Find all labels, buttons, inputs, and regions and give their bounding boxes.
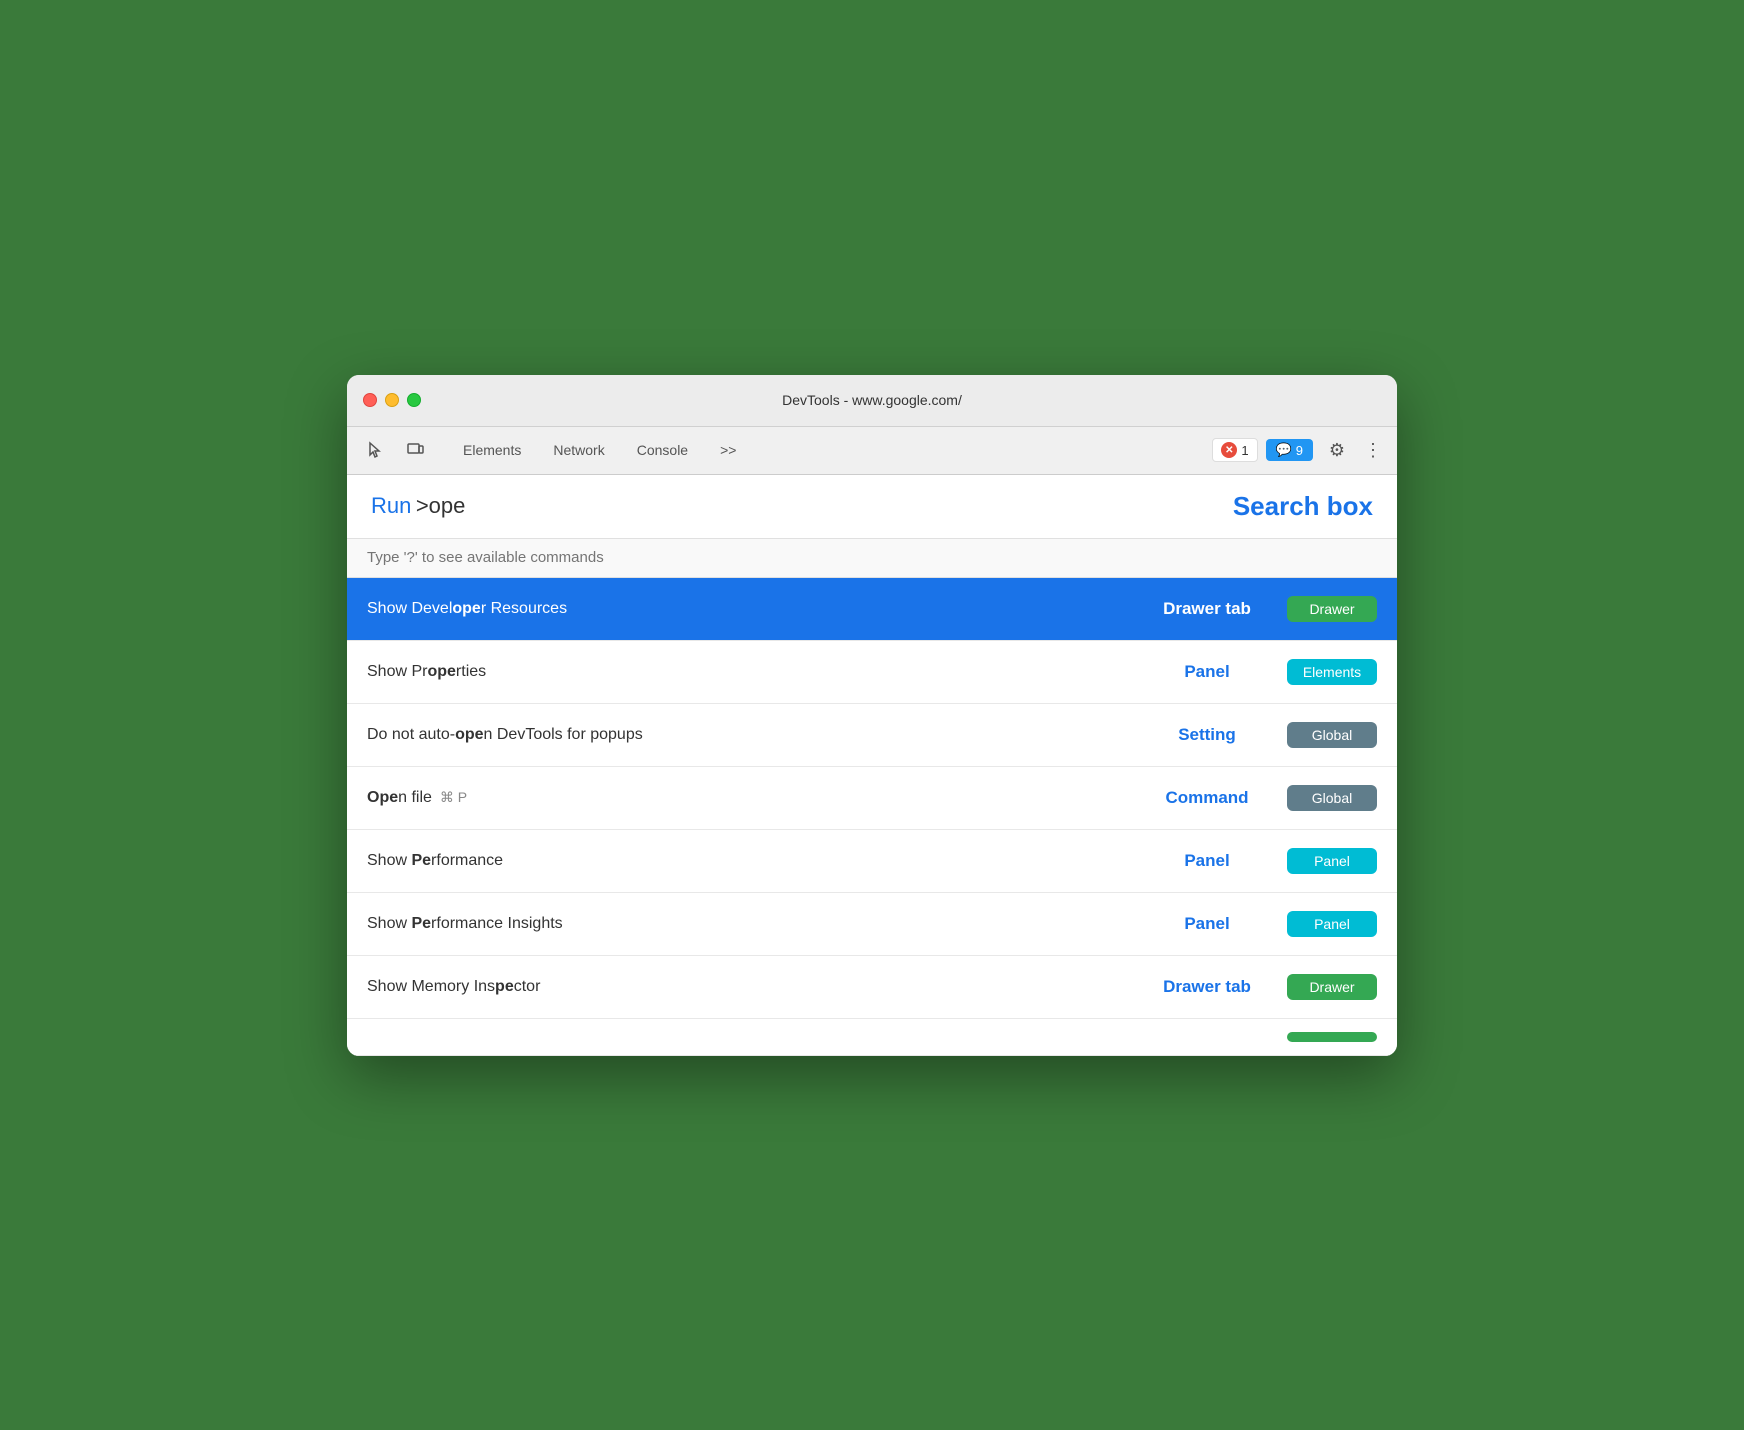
- tab-more[interactable]: >>: [704, 436, 752, 464]
- minimize-button[interactable]: [385, 393, 399, 407]
- result-badge: Drawer: [1287, 974, 1377, 1000]
- result-type: Panel: [1127, 914, 1287, 934]
- result-row[interactable]: Open file⌘ PCommandGlobal: [347, 767, 1397, 830]
- result-label: Do not auto-open DevTools for popups: [367, 726, 1127, 744]
- result-badge: Panel: [1287, 848, 1377, 874]
- device-toggle-button[interactable]: [399, 434, 431, 466]
- shortcut: ⌘ P: [440, 789, 467, 805]
- result-badge: Drawer: [1287, 596, 1377, 622]
- result-badge: Global: [1287, 722, 1377, 748]
- settings-button[interactable]: ⚙: [1321, 434, 1353, 466]
- results-list: Show Developer ResourcesDrawer tabDrawer…: [347, 578, 1397, 1056]
- devtools-window: DevTools - www.google.com/ Elements Netw…: [347, 375, 1397, 1056]
- result-badge: Panel: [1287, 911, 1377, 937]
- command-palette-header: Run >ope Search box: [347, 475, 1397, 539]
- maximize-button[interactable]: [407, 393, 421, 407]
- result-type: Drawer tab: [1127, 599, 1287, 619]
- tab-network[interactable]: Network: [537, 436, 620, 464]
- command-search-input[interactable]: [367, 549, 1377, 566]
- msg-icon: 💬: [1276, 442, 1292, 458]
- titlebar: DevTools - www.google.com/: [347, 375, 1397, 427]
- device-icon: [406, 441, 424, 459]
- message-count-badge[interactable]: 💬 9: [1266, 439, 1313, 461]
- result-type: Panel: [1127, 851, 1287, 871]
- tab-elements[interactable]: Elements: [447, 436, 537, 464]
- result-row[interactable]: Show PerformancePanelPanel: [347, 830, 1397, 893]
- window-title: DevTools - www.google.com/: [782, 392, 962, 408]
- search-box-label: Search box: [1233, 491, 1373, 522]
- result-label: Show Memory Inspector: [367, 978, 1127, 996]
- result-type: Panel: [1127, 662, 1287, 682]
- result-type: Drawer tab: [1127, 977, 1287, 997]
- result-type: Setting: [1127, 725, 1287, 745]
- result-row-partial: [347, 1019, 1397, 1056]
- result-type: Command: [1127, 788, 1287, 808]
- toolbar-right: ✕ 1 💬 9 ⚙ ⋮: [1212, 434, 1385, 466]
- search-row: [347, 539, 1397, 578]
- cursor-icon: [366, 441, 384, 459]
- run-label: Run: [371, 493, 411, 518]
- tab-console[interactable]: Console: [621, 436, 704, 464]
- error-count-badge[interactable]: ✕ 1: [1212, 438, 1257, 462]
- result-label: Show Performance: [367, 852, 1127, 870]
- msg-count: 9: [1296, 443, 1303, 458]
- toolbar: Elements Network Console >> ✕ 1 💬 9 ⚙ ⋮: [347, 427, 1397, 475]
- result-label: Show Developer Resources: [367, 600, 1127, 618]
- inspect-element-button[interactable]: [359, 434, 391, 466]
- result-row[interactable]: Do not auto-open DevTools for popupsSett…: [347, 704, 1397, 767]
- more-options-button[interactable]: ⋮: [1361, 434, 1385, 466]
- result-badge: Global: [1287, 785, 1377, 811]
- result-label: Show Performance Insights: [367, 915, 1127, 933]
- result-badge: Elements: [1287, 659, 1377, 685]
- traffic-lights: [363, 393, 421, 407]
- error-icon: ✕: [1221, 442, 1237, 458]
- close-button[interactable]: [363, 393, 377, 407]
- result-row[interactable]: Show Developer ResourcesDrawer tabDrawer: [347, 578, 1397, 641]
- run-query: Run >ope: [371, 493, 465, 519]
- main-tabs: Elements Network Console >>: [447, 436, 752, 464]
- result-label: Show Properties: [367, 663, 1127, 681]
- query-text: >ope: [416, 493, 466, 518]
- result-row[interactable]: Show PropertiesPanelElements: [347, 641, 1397, 704]
- result-label: Open file⌘ P: [367, 789, 1127, 807]
- error-count: 1: [1241, 443, 1248, 458]
- result-row[interactable]: Show Performance InsightsPanelPanel: [347, 893, 1397, 956]
- result-row[interactable]: Show Memory InspectorDrawer tabDrawer: [347, 956, 1397, 1019]
